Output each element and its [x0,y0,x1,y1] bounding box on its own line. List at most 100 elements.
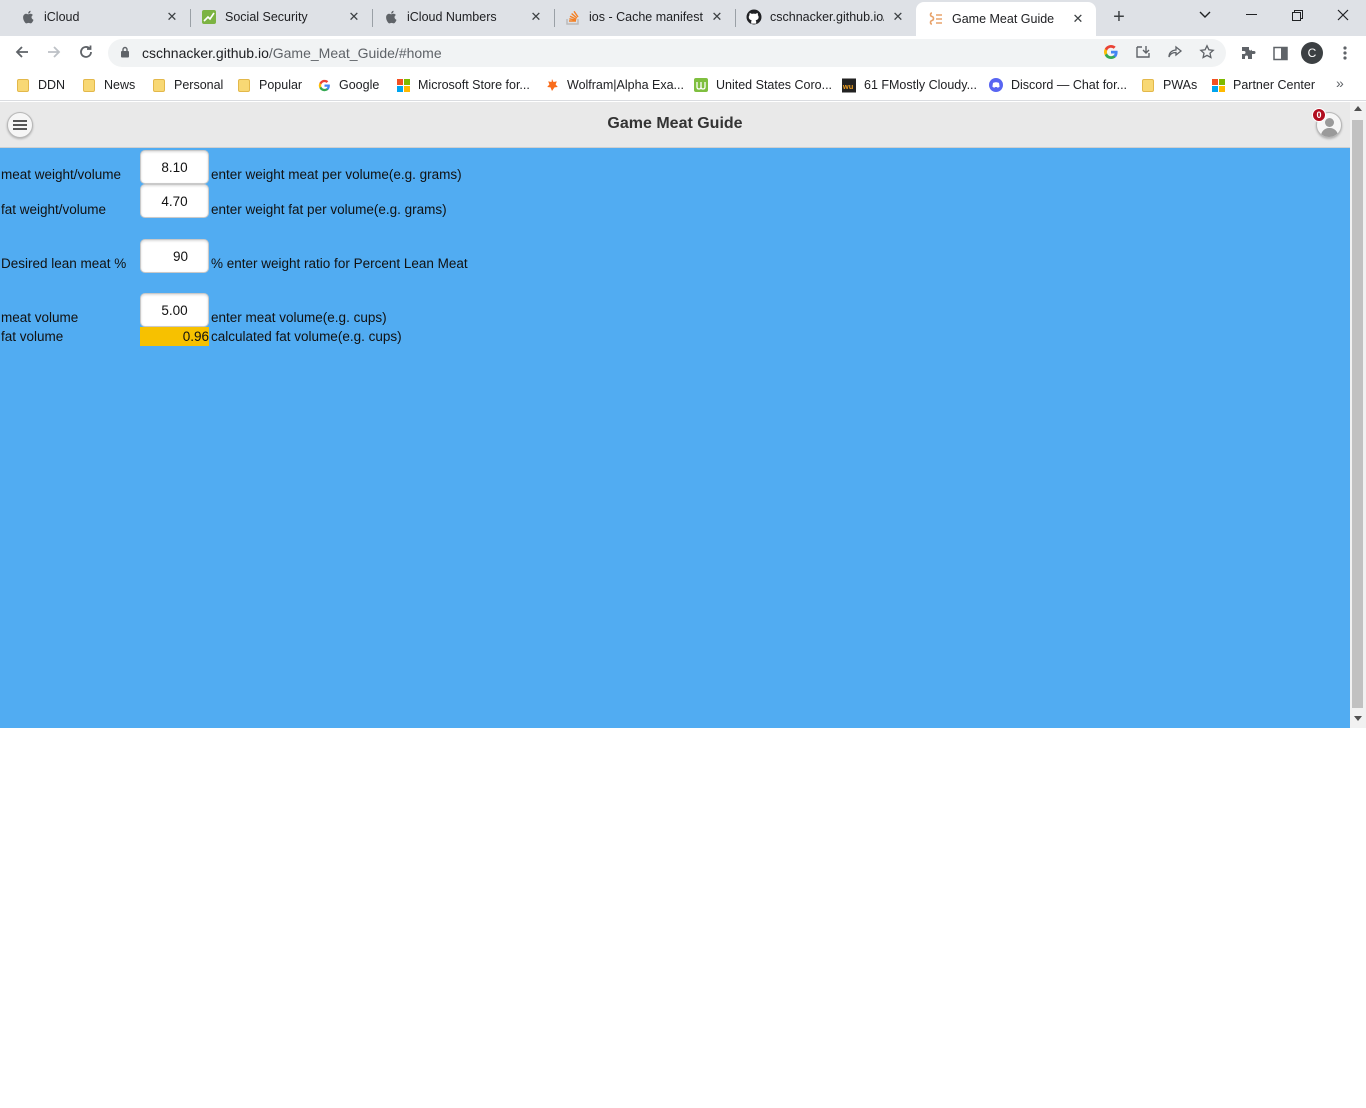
scroll-down-arrow-icon[interactable] [1354,716,1362,721]
lean-percent-row: Desired lean meat % % enter weight ratio… [0,239,700,273]
tab-icloud[interactable]: iCloud ✕ [0,0,190,34]
close-icon[interactable]: ✕ [1070,11,1086,27]
back-button[interactable] [10,40,34,64]
folder-icon [152,78,166,92]
meat-weight-input[interactable] [140,150,209,184]
close-icon[interactable]: ✕ [346,9,362,25]
meat-volume-input[interactable] [140,293,209,327]
share-icon[interactable] [1166,43,1184,61]
bookmark-popular[interactable]: Popular [237,75,302,95]
fat-volume-output: 0.96 [140,327,209,346]
tab-label: Social Security [225,10,308,24]
close-icon[interactable]: ✕ [709,9,725,25]
close-icon[interactable]: ✕ [528,9,544,25]
apple-icon [20,9,36,25]
apple-icon [383,9,399,25]
bookmark-label: Popular [259,78,303,92]
meat-weight-hint: enter weight meat per volume(e.g. grams) [211,167,462,182]
folder-icon [1141,78,1155,92]
bookmark-wolfram[interactable]: Wolfram|Alpha Exa... [545,75,684,95]
url-path: /Game_Meat_Guide/#home [268,45,442,61]
close-icon[interactable]: ✕ [890,9,906,25]
reload-button[interactable] [74,40,98,64]
bookmark-weather[interactable]: wu 61 FMostly Cloudy... [842,75,977,95]
lean-percent-label: Desired lean meat % [1,256,127,271]
bookmark-google[interactable]: Google [317,75,379,95]
bookmark-pwas[interactable]: PWAs [1141,75,1197,95]
side-panel-icon[interactable] [1270,43,1290,63]
bookmark-label: Discord — Chat for... [1011,78,1128,92]
fat-volume-hint: calculated fat volume(e.g. cups) [211,329,402,344]
bookmark-discord[interactable]: Discord — Chat for... [989,75,1127,95]
fat-weight-row: fat weight/volume enter weight fat per v… [0,184,700,218]
install-app-icon[interactable] [1134,43,1152,61]
ssa-icon [201,9,217,25]
lean-percent-input[interactable] [140,239,209,273]
browser-toolbar: cschnacker.github.io/Game_Meat_Guide/#ho… [0,36,1366,69]
bookmark-microsoft-store[interactable]: Microsoft Store for... [396,75,530,95]
folder-icon [16,78,30,92]
tab-label: iCloud Numbers [407,10,497,24]
page-scrollbar[interactable] [1350,102,1366,728]
discord-icon [989,78,1003,92]
tab-social-security[interactable]: Social Security ✕ [181,0,372,34]
page-viewport: Game Meat Guide 0 meat weight/volume ent… [0,102,1366,728]
bookmark-label: United States Coro... [716,78,833,92]
bookmark-partner-center[interactable]: Partner Center [1211,75,1315,95]
close-window-button[interactable] [1320,0,1366,30]
lean-percent-hint: % enter weight ratio for Percent Lean Me… [211,256,468,271]
notification-badge: 0 [1312,108,1326,122]
tab-icloud-numbers[interactable]: iCloud Numbers ✕ [363,0,554,34]
bookmark-ddn[interactable]: DDN [16,75,65,95]
calculator-content: meat weight/volume enter weight meat per… [0,148,1350,728]
tab-game-meat-guide[interactable]: Game Meat Guide ✕ [916,2,1096,36]
microsoft-icon [396,78,410,92]
tab-stackoverflow[interactable]: ios - Cache manifest s ✕ [545,0,735,34]
extensions-icon[interactable] [1238,43,1258,63]
bookmark-personal[interactable]: Personal [152,75,223,95]
microsoft-icon [1211,78,1225,92]
bookmark-star-icon[interactable] [1198,43,1216,61]
profile-avatar[interactable]: C [1301,42,1323,64]
tab-search-button[interactable] [1182,0,1228,30]
google-lens-icon[interactable] [1102,43,1120,61]
meat-volume-label: meat volume [1,310,79,325]
worldometer-icon [694,78,708,92]
stackoverflow-icon [565,9,581,25]
scroll-up-arrow-icon[interactable] [1354,106,1362,111]
forward-button[interactable] [42,40,66,64]
bookmark-label: Personal [174,78,224,92]
bookmark-label: Microsoft Store for... [418,78,530,92]
bookmarks-overflow-button[interactable]: » [1336,75,1344,91]
lock-icon [120,46,134,61]
tab-strip: iCloud ✕ Social Security ✕ iCloud Number… [0,0,1366,36]
app-header: Game Meat Guide 0 [0,102,1350,148]
close-icon[interactable]: ✕ [164,9,180,25]
bookmark-label: DDN [38,78,66,92]
folder-icon [82,78,96,92]
google-icon [317,78,331,92]
new-tab-button[interactable]: + [1108,6,1130,28]
bookmark-covid[interactable]: United States Coro... [694,75,832,95]
more-menu-icon[interactable] [1335,43,1355,63]
svg-text:wu: wu [842,81,854,90]
github-icon [746,9,762,25]
bookmark-label: Partner Center [1233,78,1315,92]
bookmark-news[interactable]: News [82,75,135,95]
bookmark-label: 61 FMostly Cloudy... [864,78,978,92]
address-bar[interactable]: cschnacker.github.io/Game_Meat_Guide/#ho… [108,39,1226,67]
restore-button[interactable] [1274,0,1320,30]
fat-volume-label: fat volume [1,329,64,344]
fat-volume-row: fat volume 0.96 calculated fat volume(e.… [0,327,700,361]
scrollbar-thumb[interactable] [1352,120,1363,708]
bookmarks-bar: DDN News Personal Popular Google Microso… [0,69,1366,101]
minimize-button[interactable] [1228,0,1274,30]
bookmark-label: Wolfram|Alpha Exa... [567,78,684,92]
page-title: Game Meat Guide [607,115,743,132]
bookmark-label: News [104,78,136,92]
fat-weight-input[interactable] [140,184,209,218]
tab-github[interactable]: cschnacker.github.io/G ✕ [726,0,916,34]
wolfram-icon [545,78,559,92]
meat-volume-hint: enter meat volume(e.g. cups) [211,310,387,325]
fat-weight-hint: enter weight fat per volume(e.g. grams) [211,202,447,217]
